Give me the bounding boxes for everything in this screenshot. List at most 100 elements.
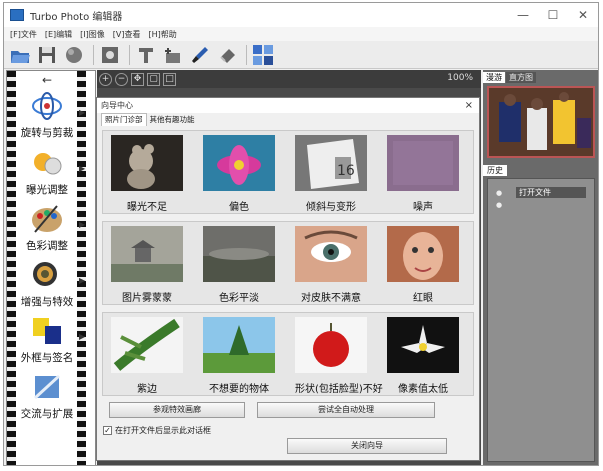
batch-icon[interactable] xyxy=(251,43,275,67)
palette-icon xyxy=(29,202,65,236)
fit-window-icon[interactable]: ▢ xyxy=(147,72,160,86)
expand-arrow-icon[interactable]: ▶ xyxy=(79,276,85,285)
history-bullet-icon: ● xyxy=(496,189,503,197)
title-bar: Turbo Photo 编辑器 — ☐ ✕ xyxy=(4,3,598,27)
expand-arrow-icon[interactable]: ▶ xyxy=(79,108,85,117)
zoom-out-icon[interactable]: − xyxy=(115,72,128,86)
sidebar-item-label: 旋转与剪裁 xyxy=(20,127,74,139)
card-noise[interactable]: 噪声 xyxy=(387,135,459,213)
history-tab[interactable]: 历史 xyxy=(483,165,507,176)
app-icon xyxy=(10,9,24,21)
sidebar-item-label: 曝光调整 xyxy=(26,184,68,196)
enhance-icon xyxy=(29,258,65,292)
card-label: 噪声 xyxy=(413,202,433,213)
card-color-cast[interactable]: 偏色 xyxy=(203,135,275,213)
clinic-row-3: 紫边 不想要的物体 形状(包括脸型)不好 像素值太低 xyxy=(102,312,474,396)
minimize-button[interactable]: — xyxy=(508,3,538,27)
add-text-icon[interactable] xyxy=(161,43,185,67)
sidebar-item-rotate-crop[interactable]: 旋转与剪裁 xyxy=(17,89,77,140)
card-skin[interactable]: 对皮肤不满意 xyxy=(295,226,367,304)
menu-edit[interactable]: [E]编辑 xyxy=(45,29,72,40)
card-underexposed[interactable]: 曝光不足 xyxy=(111,135,183,213)
share-icon xyxy=(29,370,65,404)
rotate-crop-icon xyxy=(29,89,65,123)
maximize-button[interactable]: ☐ xyxy=(538,3,568,27)
card-label: 形状(包括脸型)不好 xyxy=(295,384,383,395)
back-arrow-icon[interactable]: ← xyxy=(42,73,52,87)
card-label: 紫边 xyxy=(137,384,157,395)
actual-size-icon[interactable]: □ xyxy=(163,72,176,86)
text-icon[interactable] xyxy=(134,43,158,67)
film-strip-left xyxy=(7,71,16,465)
card-label: 不想要的物体 xyxy=(209,384,269,395)
card-red-eye[interactable]: 红眼 xyxy=(387,226,459,304)
sidebar-item-label: 外框与签名 xyxy=(20,352,74,364)
sidebar-item-exposure[interactable]: 曝光调整 xyxy=(17,146,77,197)
zoom-in-icon[interactable]: + xyxy=(99,72,112,86)
card-label: 倾斜与变形 xyxy=(306,202,356,213)
history-item[interactable]: 打开文件 xyxy=(516,187,586,198)
card-tilt-distortion[interactable]: 16 倾斜与变形 xyxy=(295,135,367,213)
checkbox-checked-icon[interactable]: ✓ xyxy=(103,426,112,435)
sidebar-item-frame[interactable]: 外框与签名 xyxy=(17,314,77,365)
menu-file[interactable]: [F]文件 xyxy=(10,29,37,40)
brush-icon[interactable] xyxy=(188,43,212,67)
show-on-open-checkbox[interactable]: ✓ 在打开文件后显示此对话框 xyxy=(103,425,211,436)
sidebar-item-enhance[interactable]: 增强与特效 xyxy=(17,258,77,309)
zoom-level: 100% xyxy=(447,73,473,83)
effects-gallery-button[interactable]: 参观特效画廊 xyxy=(109,402,245,418)
card-label: 色彩平淡 xyxy=(219,293,259,304)
tool-sidebar: ← 旋转与剪裁 ▶ 曝光调整 ▶ 色彩调整 ▶ 增强与特效 ▶ 外框与签名 ▶ … xyxy=(6,70,96,465)
card-purple-fringe[interactable]: 紫边 xyxy=(111,317,183,395)
card-label: 偏色 xyxy=(229,202,249,213)
sidebar-item-label: 增强与特效 xyxy=(20,296,74,308)
sphere-icon[interactable] xyxy=(62,43,86,67)
card-label: 图片雾蒙蒙 xyxy=(122,293,172,304)
expand-arrow-icon[interactable]: ▶ xyxy=(79,220,85,229)
menu-help[interactable]: [H]帮助 xyxy=(148,29,176,40)
menu-bar: [F]文件 [E]编辑 [I]图像 [V]查看 [H]帮助 xyxy=(4,27,598,41)
dialog-close-icon[interactable]: × xyxy=(465,98,473,113)
card-label: 像素值太低 xyxy=(398,384,448,395)
checkbox-label: 在打开文件后显示此对话框 xyxy=(115,426,211,435)
clinic-row-1: 曝光不足 偏色 16 倾斜与变形 噪声 xyxy=(102,130,474,214)
menu-image[interactable]: [I]图像 xyxy=(80,29,105,40)
menu-view[interactable]: [V]查看 xyxy=(113,29,141,40)
expand-arrow-icon[interactable]: ▶ xyxy=(79,332,85,341)
close-wizard-button[interactable]: 关闭向导 xyxy=(287,438,447,454)
tab-histogram[interactable]: 直方图 xyxy=(506,72,536,83)
card-label: 对皮肤不满意 xyxy=(301,293,361,304)
dialog-title-bar: 向导中心 × xyxy=(97,98,479,113)
history-bullet-icon: ● xyxy=(496,201,503,209)
card-dull-color[interactable]: 色彩平淡 xyxy=(203,226,275,304)
exposure-icon xyxy=(29,146,65,180)
hand-tool-icon[interactable]: ✥ xyxy=(131,72,144,86)
card-unwanted-objects[interactable]: 不想要的物体 xyxy=(203,317,275,395)
film-strip-right xyxy=(77,71,86,465)
tab-photo-clinic[interactable]: 照片门诊部 xyxy=(101,113,147,126)
sidebar-item-label: 交流与扩展 xyxy=(20,408,74,420)
card-label: 曝光不足 xyxy=(127,202,167,213)
sidebar-item-color[interactable]: 色彩调整 xyxy=(17,202,77,253)
canvas-toolbar: + − ✥ ▢ □ 100% xyxy=(97,70,481,88)
open-icon[interactable] xyxy=(8,43,32,67)
capture-icon[interactable] xyxy=(98,43,122,67)
card-shape[interactable]: 形状(包括脸型)不好 xyxy=(295,317,383,395)
window-title: Turbo Photo 编辑器 xyxy=(30,11,123,23)
history-list: ● ● 打开文件 xyxy=(487,178,595,462)
card-low-resolution[interactable]: 像素值太低 xyxy=(387,317,459,395)
eraser-icon[interactable] xyxy=(215,43,239,67)
auto-process-button[interactable]: 尝试全自动处理 xyxy=(257,402,435,418)
card-hazy[interactable]: 图片雾蒙蒙 xyxy=(111,226,183,304)
main-toolbar xyxy=(4,41,598,69)
right-panel: 漫游 直方图 历史 ● ● 打开文件 xyxy=(483,70,598,465)
sidebar-item-share[interactable]: 交流与扩展 xyxy=(17,370,77,421)
sidebar-item-label: 色彩调整 xyxy=(26,240,68,252)
close-button[interactable]: ✕ xyxy=(568,3,598,27)
tab-other-features[interactable]: 其他有趣功能 xyxy=(147,114,198,126)
expand-arrow-icon[interactable]: ▶ xyxy=(79,164,85,173)
save-icon[interactable] xyxy=(35,43,59,67)
card-label: 红眼 xyxy=(413,293,433,304)
navigator-preview xyxy=(487,86,595,158)
tab-navigator[interactable]: 漫游 xyxy=(483,72,505,83)
